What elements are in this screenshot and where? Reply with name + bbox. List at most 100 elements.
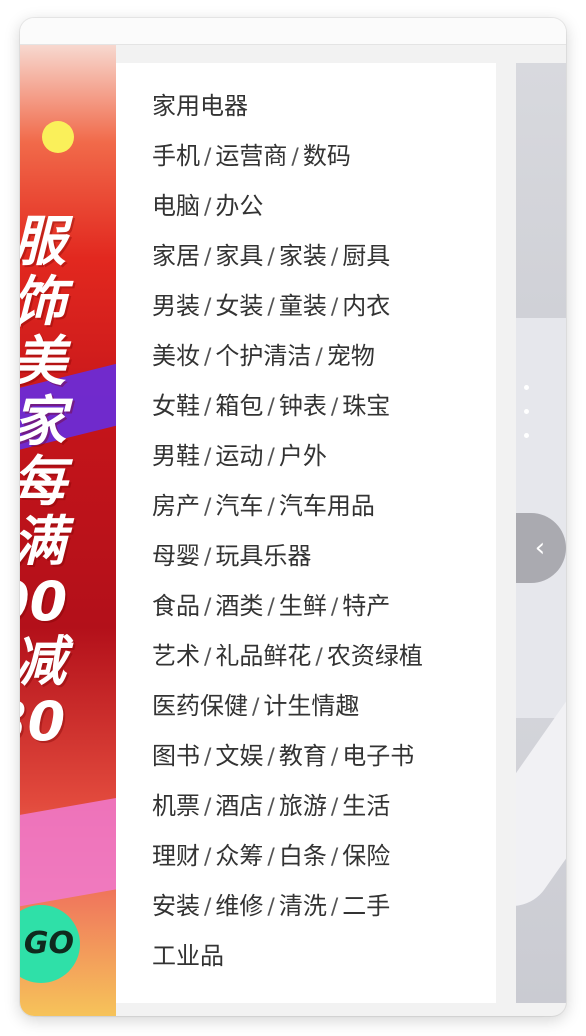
carousel-slide[interactable]: ‹: [516, 63, 566, 1003]
category-row: 机票 / 酒店 / 旅游 / 生活: [152, 785, 423, 835]
category-row: 家用电器: [152, 85, 423, 135]
category-separator: /: [267, 395, 275, 420]
category-link[interactable]: 女装: [215, 292, 263, 320]
category-link[interactable]: 艺术: [152, 642, 200, 670]
category-link[interactable]: 母婴: [152, 542, 200, 570]
category-link[interactable]: 酒类: [215, 592, 263, 620]
banner-decor-dot: [42, 121, 74, 153]
category-link[interactable]: 个护清洁: [215, 342, 311, 370]
category-link[interactable]: 旅游: [279, 792, 327, 820]
category-link[interactable]: 图书: [152, 742, 200, 770]
category-separator: /: [315, 645, 323, 670]
category-link[interactable]: 文娱: [215, 742, 263, 770]
category-separator: /: [330, 595, 339, 620]
category-link[interactable]: 房产: [152, 492, 200, 520]
category-link[interactable]: 电脑: [152, 192, 200, 220]
category-link[interactable]: 教育: [279, 742, 327, 770]
category-link[interactable]: 二手: [342, 892, 390, 920]
category-link[interactable]: 童装: [279, 292, 327, 320]
category-separator: /: [267, 895, 275, 920]
category-link[interactable]: 数码: [303, 142, 351, 170]
category-separator: /: [204, 895, 212, 920]
category-row: 房产 / 汽车 / 汽车用品: [152, 485, 423, 535]
promo-banner[interactable]: 服 饰 美 家 每 满 00 减 30 GO: [20, 45, 116, 1016]
promo-text-char: 饰: [20, 275, 102, 329]
category-link[interactable]: 运营商: [215, 142, 287, 170]
category-separator: /: [330, 845, 339, 870]
category-link[interactable]: 玩具乐器: [215, 542, 311, 570]
category-link[interactable]: 清洗: [279, 892, 327, 920]
category-row: 理财 / 众筹 / 白条 / 保险: [152, 835, 423, 885]
category-link[interactable]: 办公: [215, 192, 263, 220]
category-link[interactable]: 珠宝: [342, 392, 390, 420]
category-separator: /: [330, 295, 339, 320]
category-link[interactable]: 白条: [279, 842, 327, 870]
category-link[interactable]: 内衣: [342, 292, 390, 320]
category-separator: /: [267, 295, 275, 320]
category-link[interactable]: 家居: [152, 242, 200, 270]
promo-text-char: 美: [20, 335, 102, 389]
category-list: 家用电器 手机 / 运营商 / 数码 电脑 / 办公 家居 / 家具 / 家装 / 厨具 男装 / 女装 / 童装 / 内衣…: [152, 85, 423, 985]
category-link[interactable]: 女鞋: [152, 392, 200, 420]
category-link[interactable]: 安装: [152, 892, 200, 920]
category-link[interactable]: 工业品: [152, 942, 224, 970]
promo-text-char: 家: [20, 395, 102, 449]
category-link[interactable]: 手机: [152, 142, 200, 170]
category-separator: /: [204, 745, 212, 770]
category-link[interactable]: 机票: [152, 792, 200, 820]
category-separator: /: [315, 345, 323, 370]
category-link[interactable]: 特产: [342, 592, 390, 620]
category-link[interactable]: 汽车: [215, 492, 263, 520]
category-separator: /: [267, 245, 275, 270]
category-link[interactable]: 维修: [215, 892, 263, 920]
category-link[interactable]: 医药保健: [152, 692, 248, 720]
category-link[interactable]: 礼品鲜花: [215, 642, 311, 670]
category-link[interactable]: 美妆: [152, 342, 200, 370]
category-link[interactable]: 钟表: [279, 392, 327, 420]
category-link[interactable]: 生活: [342, 792, 390, 820]
category-link[interactable]: 保险: [342, 842, 390, 870]
category-link[interactable]: 家用电器: [152, 92, 248, 120]
category-separator: /: [204, 845, 212, 870]
category-row: 男装 / 女装 / 童装 / 内衣: [152, 285, 423, 335]
top-bar: [20, 18, 566, 45]
category-link[interactable]: 厨具: [342, 242, 390, 270]
go-badge[interactable]: GO: [20, 905, 80, 983]
category-link[interactable]: 汽车用品: [279, 492, 375, 520]
category-row: 工业品: [152, 935, 423, 985]
category-link[interactable]: 计生情趣: [263, 692, 359, 720]
category-link[interactable]: 酒店: [215, 792, 263, 820]
category-link[interactable]: 运动: [215, 442, 263, 470]
category-separator: /: [204, 145, 212, 170]
category-separator: /: [267, 495, 275, 520]
category-link[interactable]: 家装: [279, 242, 327, 270]
category-link[interactable]: 宠物: [327, 342, 375, 370]
category-separator: /: [267, 795, 275, 820]
category-separator: /: [330, 395, 339, 420]
promo-text-char: 减: [20, 635, 102, 689]
category-row: 医药保健 / 计生情趣: [152, 685, 423, 735]
category-link[interactable]: 食品: [152, 592, 200, 620]
category-separator: /: [204, 595, 212, 620]
category-link[interactable]: 理财: [152, 842, 200, 870]
category-link[interactable]: 家具: [215, 242, 263, 270]
category-menu: 家用电器 手机 / 运营商 / 数码 电脑 / 办公 家居 / 家具 / 家装 / 厨具 男装 / 女装 / 童装 / 内衣…: [116, 63, 496, 1003]
category-separator: /: [204, 395, 212, 420]
category-link[interactable]: 生鲜: [279, 592, 327, 620]
category-separator: /: [252, 695, 260, 720]
category-separator: /: [330, 745, 339, 770]
category-row: 手机 / 运营商 / 数码: [152, 135, 423, 185]
promo-text-char: 30: [20, 690, 66, 753]
category-row: 安装 / 维修 / 清洗 / 二手: [152, 885, 423, 935]
category-separator: /: [267, 845, 275, 870]
category-link[interactable]: 电子书: [342, 742, 414, 770]
category-row: 食品 / 酒类 / 生鲜 / 特产: [152, 585, 423, 635]
category-separator: /: [267, 595, 275, 620]
category-link[interactable]: 男装: [152, 292, 200, 320]
category-link[interactable]: 箱包: [215, 392, 263, 420]
category-link[interactable]: 农资绿植: [327, 642, 423, 670]
category-link[interactable]: 男鞋: [152, 442, 200, 470]
category-link[interactable]: 众筹: [215, 842, 263, 870]
promo-text-char: 00: [20, 570, 68, 633]
category-link[interactable]: 户外: [279, 442, 327, 470]
